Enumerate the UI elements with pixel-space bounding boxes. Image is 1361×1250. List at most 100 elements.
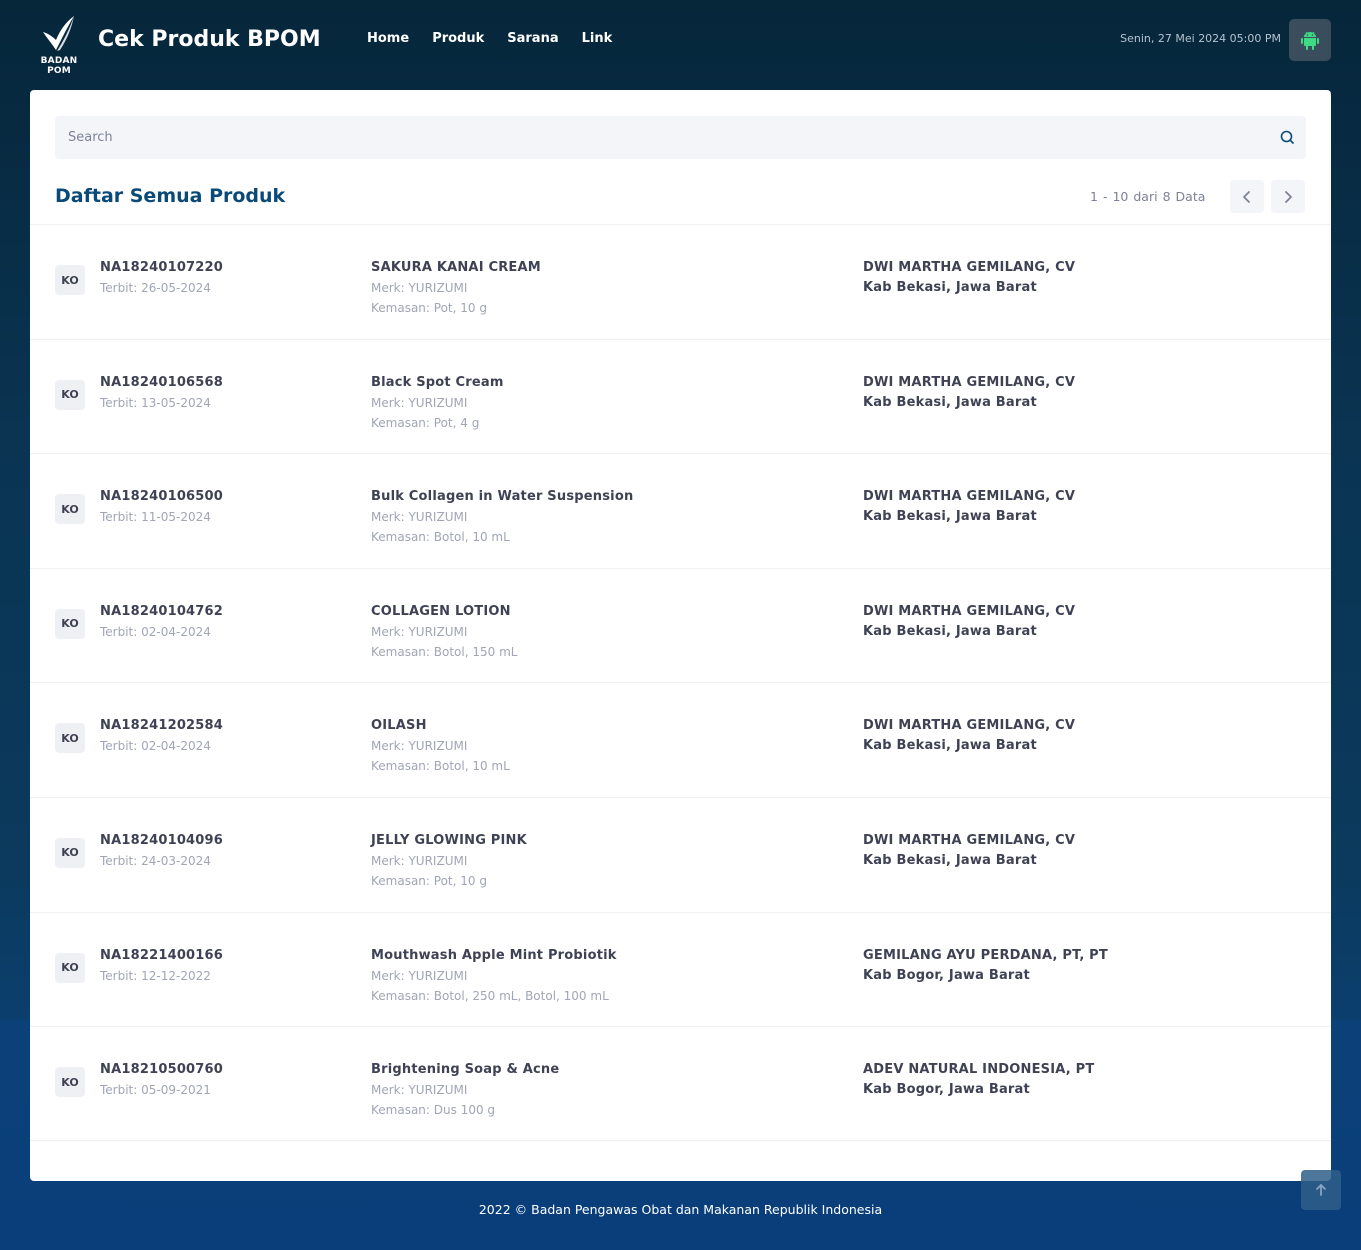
product-brand: Merk: YURIZUMI (371, 393, 504, 413)
registration-number[interactable]: NA18240107220 (100, 258, 223, 278)
product-packaging: Kemasan: Botol, 150 mL (371, 642, 517, 662)
issue-date: Terbit: 13-05-2024 (100, 393, 223, 413)
registration-number[interactable]: NA18210500760 (100, 1060, 223, 1080)
pager-info: 1-10 dari 8 Data (1090, 189, 1210, 204)
product-name[interactable]: COLLAGEN LOTION (371, 602, 517, 622)
company-location: Kab Bogor, Jawa Barat (863, 1080, 1094, 1100)
product-packaging: Kemasan: Dus 100 g (371, 1100, 559, 1120)
issue-date: Terbit: 11-05-2024 (100, 507, 223, 527)
product-row[interactable]: KO NA18240107220Terbit: 26-05-2024 SAKUR… (30, 224, 1331, 339)
category-badge: KO (55, 494, 85, 524)
company-location: Kab Bekasi, Jawa Barat (863, 507, 1075, 527)
android-app-button[interactable] (1289, 19, 1331, 61)
arrow-up-icon (1314, 1183, 1328, 1197)
product-brand: Merk: YURIZUMI (371, 507, 633, 527)
search-input[interactable] (55, 116, 1255, 159)
registration-number[interactable]: NA18240106500 (100, 487, 223, 507)
category-badge: KO (55, 723, 85, 753)
pager-data-word: Data (1176, 189, 1206, 204)
nav-home[interactable]: Home (367, 31, 409, 46)
category-badge: KO (55, 838, 85, 868)
scroll-to-top-button[interactable] (1301, 1170, 1341, 1210)
company-location: Kab Bekasi, Jawa Barat (863, 736, 1075, 756)
chevron-left-icon (1241, 190, 1253, 204)
company-name: DWI MARTHA GEMILANG, CV (863, 831, 1075, 851)
nav-sarana[interactable]: Sarana (507, 31, 558, 46)
issue-date: Terbit: 26-05-2024 (100, 278, 223, 298)
registration-number[interactable]: NA18221400166 (100, 946, 223, 966)
company-name: GEMILANG AYU PERDANA, PT, PT (863, 946, 1108, 966)
previous-page-button[interactable] (1230, 180, 1264, 213)
list-title: Daftar Semua Produk (55, 185, 285, 207)
product-name[interactable]: Black Spot Cream (371, 373, 504, 393)
product-card: Daftar Semua Produk 1-10 dari 8 Data KO NA1… (30, 90, 1331, 1181)
company-name: DWI MARTHA GEMILANG, CV (863, 716, 1075, 736)
product-row[interactable]: KO NA18210500760Terbit: 05-09-2021 Brigh… (30, 1026, 1331, 1141)
product-name[interactable]: Mouthwash Apple Mint Probiotik (371, 946, 617, 966)
pager-to: 10 (1112, 189, 1128, 204)
current-datetime: Senin, 27 Mei 2024 05:00 PM (1120, 32, 1281, 45)
company-name: DWI MARTHA GEMILANG, CV (863, 487, 1075, 507)
product-packaging: Kemasan: Botol, 250 mL, Botol, 100 mL (371, 986, 617, 1006)
category-badge: KO (55, 953, 85, 983)
pager-dash: - (1103, 189, 1108, 204)
category-badge: KO (55, 1067, 85, 1097)
product-row[interactable]: KO NA18240106500Terbit: 11-05-2024 Bulk … (30, 453, 1331, 568)
chevron-right-icon (1282, 190, 1294, 204)
product-row[interactable]: KO NA18241202584Terbit: 02-04-2024 OILAS… (30, 682, 1331, 797)
bpom-logo[interactable]: BADAN POM (30, 14, 88, 68)
app-title[interactable]: Cek Produk BPOM (98, 27, 321, 52)
pager-from: 1 (1090, 189, 1098, 204)
product-row[interactable]: KO NA18221400166Terbit: 12-12-2022 Mouth… (30, 912, 1331, 1027)
product-name[interactable]: OILASH (371, 716, 510, 736)
product-brand: Merk: YURIZUMI (371, 966, 617, 986)
bpom-logo-icon (30, 14, 88, 54)
product-packaging: Kemasan: Botol, 10 mL (371, 756, 510, 776)
company-location: Kab Bekasi, Jawa Barat (863, 278, 1075, 298)
product-brand: Merk: YURIZUMI (371, 622, 517, 642)
issue-date: Terbit: 02-04-2024 (100, 736, 223, 756)
category-badge: KO (55, 265, 85, 295)
product-packaging: Kemasan: Botol, 10 mL (371, 527, 633, 547)
product-row[interactable]: KO NA18240104096Terbit: 24-03-2024 JELLY… (30, 797, 1331, 912)
product-row[interactable]: KO NA18240104762Terbit: 02-04-2024 COLLA… (30, 568, 1331, 683)
issue-date: Terbit: 12-12-2022 (100, 966, 223, 986)
product-brand: Merk: YURIZUMI (371, 1080, 559, 1100)
search-icon[interactable] (1280, 130, 1294, 144)
company-location: Kab Bogor, Jawa Barat (863, 966, 1108, 986)
company-name: DWI MARTHA GEMILANG, CV (863, 258, 1075, 278)
pager-of-word: dari (1133, 189, 1157, 204)
issue-date: Terbit: 02-04-2024 (100, 622, 223, 642)
main-nav: Home Produk Sarana Link (367, 31, 635, 46)
product-brand: Merk: YURIZUMI (371, 736, 510, 756)
company-location: Kab Bekasi, Jawa Barat (863, 393, 1075, 413)
product-brand: Merk: YURIZUMI (371, 851, 527, 871)
company-name: DWI MARTHA GEMILANG, CV (863, 602, 1075, 622)
next-page-button[interactable] (1271, 180, 1305, 213)
product-name[interactable]: Bulk Collagen in Water Suspension (371, 487, 633, 507)
search-bar (55, 116, 1306, 159)
nav-produk[interactable]: Produk (432, 31, 484, 46)
logo-text: BADAN POM (30, 56, 88, 76)
company-location: Kab Bekasi, Jawa Barat (863, 851, 1075, 871)
category-badge: KO (55, 380, 85, 410)
issue-date: Terbit: 05-09-2021 (100, 1080, 223, 1100)
product-row[interactable]: KO NA18240106568Terbit: 13-05-2024 Black… (30, 339, 1331, 454)
company-location: Kab Bekasi, Jawa Barat (863, 622, 1075, 642)
registration-number[interactable]: NA18240106568 (100, 373, 223, 393)
registration-number[interactable]: NA18240104096 (100, 831, 223, 851)
pager-total: 8 (1163, 189, 1171, 204)
product-packaging: Kemasan: Pot, 10 g (371, 871, 527, 891)
product-packaging: Kemasan: Pot, 10 g (371, 298, 541, 318)
product-name[interactable]: Brightening Soap & Acne (371, 1060, 559, 1080)
issue-date: Terbit: 24-03-2024 (100, 851, 223, 871)
product-name[interactable]: SAKURA KANAI CREAM (371, 258, 541, 278)
top-header: BADAN POM Cek Produk BPOM Home Produk Sa… (0, 0, 1361, 90)
android-icon (1300, 30, 1320, 50)
registration-number[interactable]: NA18241202584 (100, 716, 223, 736)
category-badge: KO (55, 609, 85, 639)
footer-text: 2022 © Badan Pengawas Obat dan Makanan R… (0, 1202, 1361, 1217)
nav-link[interactable]: Link (582, 31, 613, 46)
product-name[interactable]: JELLY GLOWING PINK (371, 831, 527, 851)
registration-number[interactable]: NA18240104762 (100, 602, 223, 622)
